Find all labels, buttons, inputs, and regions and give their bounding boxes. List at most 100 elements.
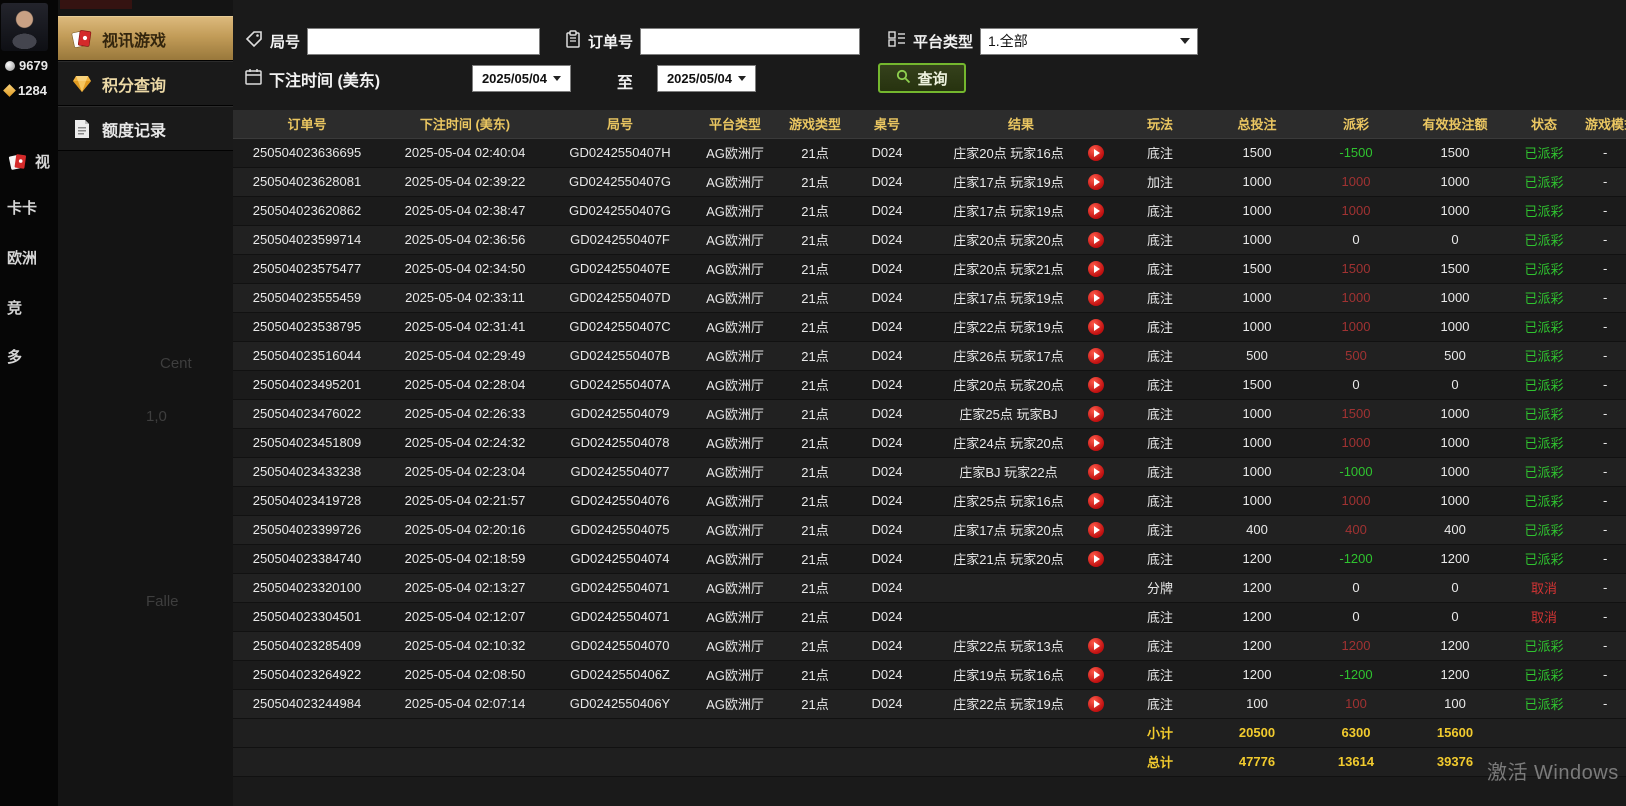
search-icon — [896, 69, 911, 88]
grand-total-total-bet: 47776 — [1201, 747, 1313, 777]
filter-platform-group: 平台类型 1.全部 — [888, 26, 1199, 56]
replay-button[interactable] — [1087, 463, 1104, 480]
replay-button[interactable] — [1087, 434, 1104, 451]
game-type-cell: 21点 — [779, 283, 851, 313]
time-cell: 2025-05-04 02:13:27 — [381, 573, 549, 603]
platform-select[interactable]: 1.全部 — [980, 27, 1199, 55]
status-cell: 已派彩 — [1511, 254, 1577, 284]
sidebar-item-video-games[interactable]: 视讯游戏 — [58, 16, 233, 61]
game-type-cell: 21点 — [779, 428, 851, 458]
valid-bet-cell: 0 — [1399, 602, 1511, 632]
platform-cell: AG欧洲厅 — [691, 515, 779, 545]
total-bet-cell: 1000 — [1201, 428, 1313, 458]
valid-bet-cell: 1500 — [1399, 138, 1511, 168]
order-cell: 250504023538795 — [233, 312, 381, 342]
replay-button[interactable] — [1087, 318, 1104, 335]
header-bet-time: 下注时间 (美东) — [381, 110, 549, 139]
background-ghost-text: Cent — [160, 355, 192, 372]
gem-icon — [3, 84, 16, 97]
payout-cell: 1000 — [1313, 283, 1399, 313]
order-input[interactable] — [640, 27, 861, 55]
sidebar-item-quota-records[interactable]: 额度记录 — [58, 106, 233, 151]
sidebar-item-points-query[interactable]: 积分查询 — [58, 61, 233, 106]
total-bet-cell: 1000 — [1201, 225, 1313, 255]
search-button[interactable]: 查询 — [878, 63, 966, 93]
time-cell: 2025-05-04 02:28:04 — [381, 370, 549, 400]
status-cell: 取消 — [1511, 602, 1577, 632]
table-no-cell: D024 — [851, 515, 923, 545]
balance-coin-value: 9679 — [19, 58, 48, 73]
total-bet-cell: 1500 — [1201, 138, 1313, 168]
chevron-down-icon — [1180, 38, 1191, 44]
result-cell: 庄家17点 玩家19点 — [923, 196, 1119, 226]
table-no-cell: D024 — [851, 486, 923, 516]
game-mode-cell: - — [1577, 457, 1626, 487]
table-row: 250504023244984 2025-05-04 02:07:14 GD02… — [233, 689, 1626, 719]
platform-cell: AG欧洲厅 — [691, 167, 779, 197]
sidebar: 视讯游戏 积分查询 额度记录 Cent 1,0 Falle — [58, 0, 233, 806]
table-no-cell: D024 — [851, 602, 923, 632]
result-text: 庄家24点 玩家20点 — [953, 436, 1064, 451]
platform-cell: AG欧洲厅 — [691, 138, 779, 168]
replay-button[interactable] — [1087, 144, 1104, 161]
result-cell — [923, 602, 1119, 632]
game-type-cell: 21点 — [779, 196, 851, 226]
date-from-select[interactable]: 2025/05/04 — [472, 65, 571, 92]
replay-button[interactable] — [1087, 260, 1104, 277]
play-type-cell: 底注 — [1119, 312, 1201, 342]
valid-bet-cell: 1000 — [1399, 167, 1511, 197]
replay-button[interactable] — [1087, 521, 1104, 538]
replay-button[interactable] — [1087, 492, 1104, 509]
platform-cell: AG欧洲厅 — [691, 312, 779, 342]
replay-button[interactable] — [1087, 173, 1104, 190]
date-to-select[interactable]: 2025/05/04 — [657, 65, 756, 92]
header-table-no: 桌号 — [851, 110, 923, 139]
total-bet-cell: 1500 — [1201, 370, 1313, 400]
play-type-cell: 底注 — [1119, 399, 1201, 429]
cards-icon — [71, 29, 93, 49]
total-bet-cell: 1200 — [1201, 544, 1313, 574]
avatar[interactable] — [1, 3, 48, 51]
result-cell: 庄家17点 玩家19点 — [923, 167, 1119, 197]
round-cell: GD0242550407H — [549, 138, 691, 168]
replay-button[interactable] — [1087, 376, 1104, 393]
table-row: 250504023384740 2025-05-04 02:18:59 GD02… — [233, 544, 1626, 574]
valid-bet-cell: 1000 — [1399, 486, 1511, 516]
time-cell: 2025-05-04 02:40:04 — [381, 138, 549, 168]
replay-button[interactable] — [1087, 550, 1104, 567]
platform-label: 平台类型 — [913, 33, 974, 51]
status-cell: 已派彩 — [1511, 167, 1577, 197]
order-cell: 250504023304501 — [233, 602, 381, 632]
replay-button[interactable] — [1087, 289, 1104, 306]
replay-button[interactable] — [1087, 202, 1104, 219]
replay-button[interactable] — [1087, 405, 1104, 422]
result-text: 庄家20点 玩家16点 — [953, 146, 1064, 161]
order-label: 订单号 — [588, 33, 634, 51]
order-cell: 250504023516044 — [233, 341, 381, 371]
table-row: 250504023433238 2025-05-04 02:23:04 GD02… — [233, 457, 1626, 487]
time-cell: 2025-05-04 02:20:16 — [381, 515, 549, 545]
replay-button[interactable] — [1087, 231, 1104, 248]
result-text: 庄家25点 玩家BJ — [959, 407, 1058, 422]
balance-coins: 9679 — [5, 58, 48, 73]
replay-button[interactable] — [1087, 637, 1104, 654]
game-type-cell: 21点 — [779, 225, 851, 255]
table-row: 250504023399726 2025-05-04 02:20:16 GD02… — [233, 515, 1626, 545]
total-bet-cell: 1000 — [1201, 167, 1313, 197]
game-mode-cell: - — [1577, 341, 1626, 371]
search-button-label: 查询 — [917, 70, 948, 88]
game-mode-cell: - — [1577, 573, 1626, 603]
table-no-cell: D024 — [851, 138, 923, 168]
table-row: 250504023538795 2025-05-04 02:31:41 GD02… — [233, 312, 1626, 342]
replay-button[interactable] — [1087, 695, 1104, 712]
table-no-cell: D024 — [851, 631, 923, 661]
platform-cell: AG欧洲厅 — [691, 254, 779, 284]
status-cell: 已派彩 — [1511, 457, 1577, 487]
game-type-cell: 21点 — [779, 254, 851, 284]
header-valid-bet: 有效投注额 — [1399, 110, 1511, 139]
table-row: 250504023476022 2025-05-04 02:26:33 GD02… — [233, 399, 1626, 429]
replay-button[interactable] — [1087, 347, 1104, 364]
replay-button[interactable] — [1087, 666, 1104, 683]
background-fragment — [60, 0, 132, 9]
round-input[interactable] — [307, 27, 541, 55]
